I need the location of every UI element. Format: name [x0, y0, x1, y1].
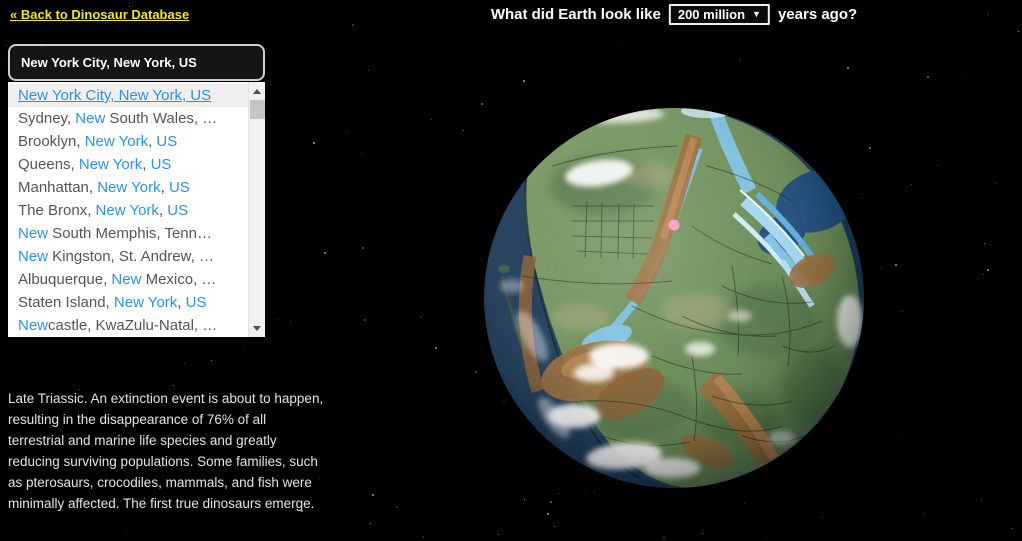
suggestion-item[interactable]: Newcastle, KwaZulu-Natal, …	[8, 314, 248, 337]
location-marker	[668, 219, 680, 231]
suggestion-item[interactable]: New Kingston, St. Andrew, …	[8, 245, 248, 268]
question-suffix: years ago?	[777, 6, 858, 23]
suggestion-item[interactable]: Sydney, New South Wales, …	[8, 107, 248, 130]
suggestions-scrollbar[interactable]	[248, 82, 265, 337]
suggestion-item[interactable]: New South Memphis, Tenn…	[8, 222, 248, 245]
location-search-input[interactable]	[8, 44, 265, 81]
era-description: Late Triassic. An extinction event is ab…	[8, 390, 324, 511]
suggestion-item[interactable]: Queens, New York, US	[8, 153, 248, 176]
suggestion-item[interactable]: New York City, New York, US	[8, 84, 248, 107]
back-link[interactable]: « Back to Dinosaur Database	[10, 7, 189, 22]
suggestion-item[interactable]: Manhattan, New York, US	[8, 176, 248, 199]
ancient-earth-globe	[484, 108, 864, 488]
globe-canvas[interactable]	[482, 106, 866, 490]
suggestion-item[interactable]: The Bronx, New York, US	[8, 199, 248, 222]
suggestion-item[interactable]: Brooklyn, New York, US	[8, 130, 248, 153]
years-ago-selected-value: 200 million	[677, 7, 746, 22]
chevron-down-icon: ▼	[752, 9, 761, 19]
question-prefix: What did Earth look like	[490, 6, 661, 23]
scroll-up-button[interactable]	[249, 83, 265, 99]
location-suggestions-dropdown: New York City, New York, US Sydney, New S…	[8, 82, 265, 337]
scroll-down-button[interactable]	[249, 320, 265, 336]
suggestion-item[interactable]: Albuquerque, New Mexico, …	[8, 268, 248, 291]
suggestions-list: New York City, New York, US Sydney, New S…	[8, 82, 248, 337]
suggestion-item[interactable]: Staten Island, New York, US	[8, 291, 248, 314]
scrollbar-thumb[interactable]	[250, 100, 265, 119]
scroll-down-icon	[253, 325, 261, 331]
scroll-up-icon	[253, 88, 261, 94]
years-ago-select[interactable]: 200 million ▼	[668, 4, 770, 25]
header-question: What did Earth look like 200 million ▼ y…	[491, 4, 857, 25]
